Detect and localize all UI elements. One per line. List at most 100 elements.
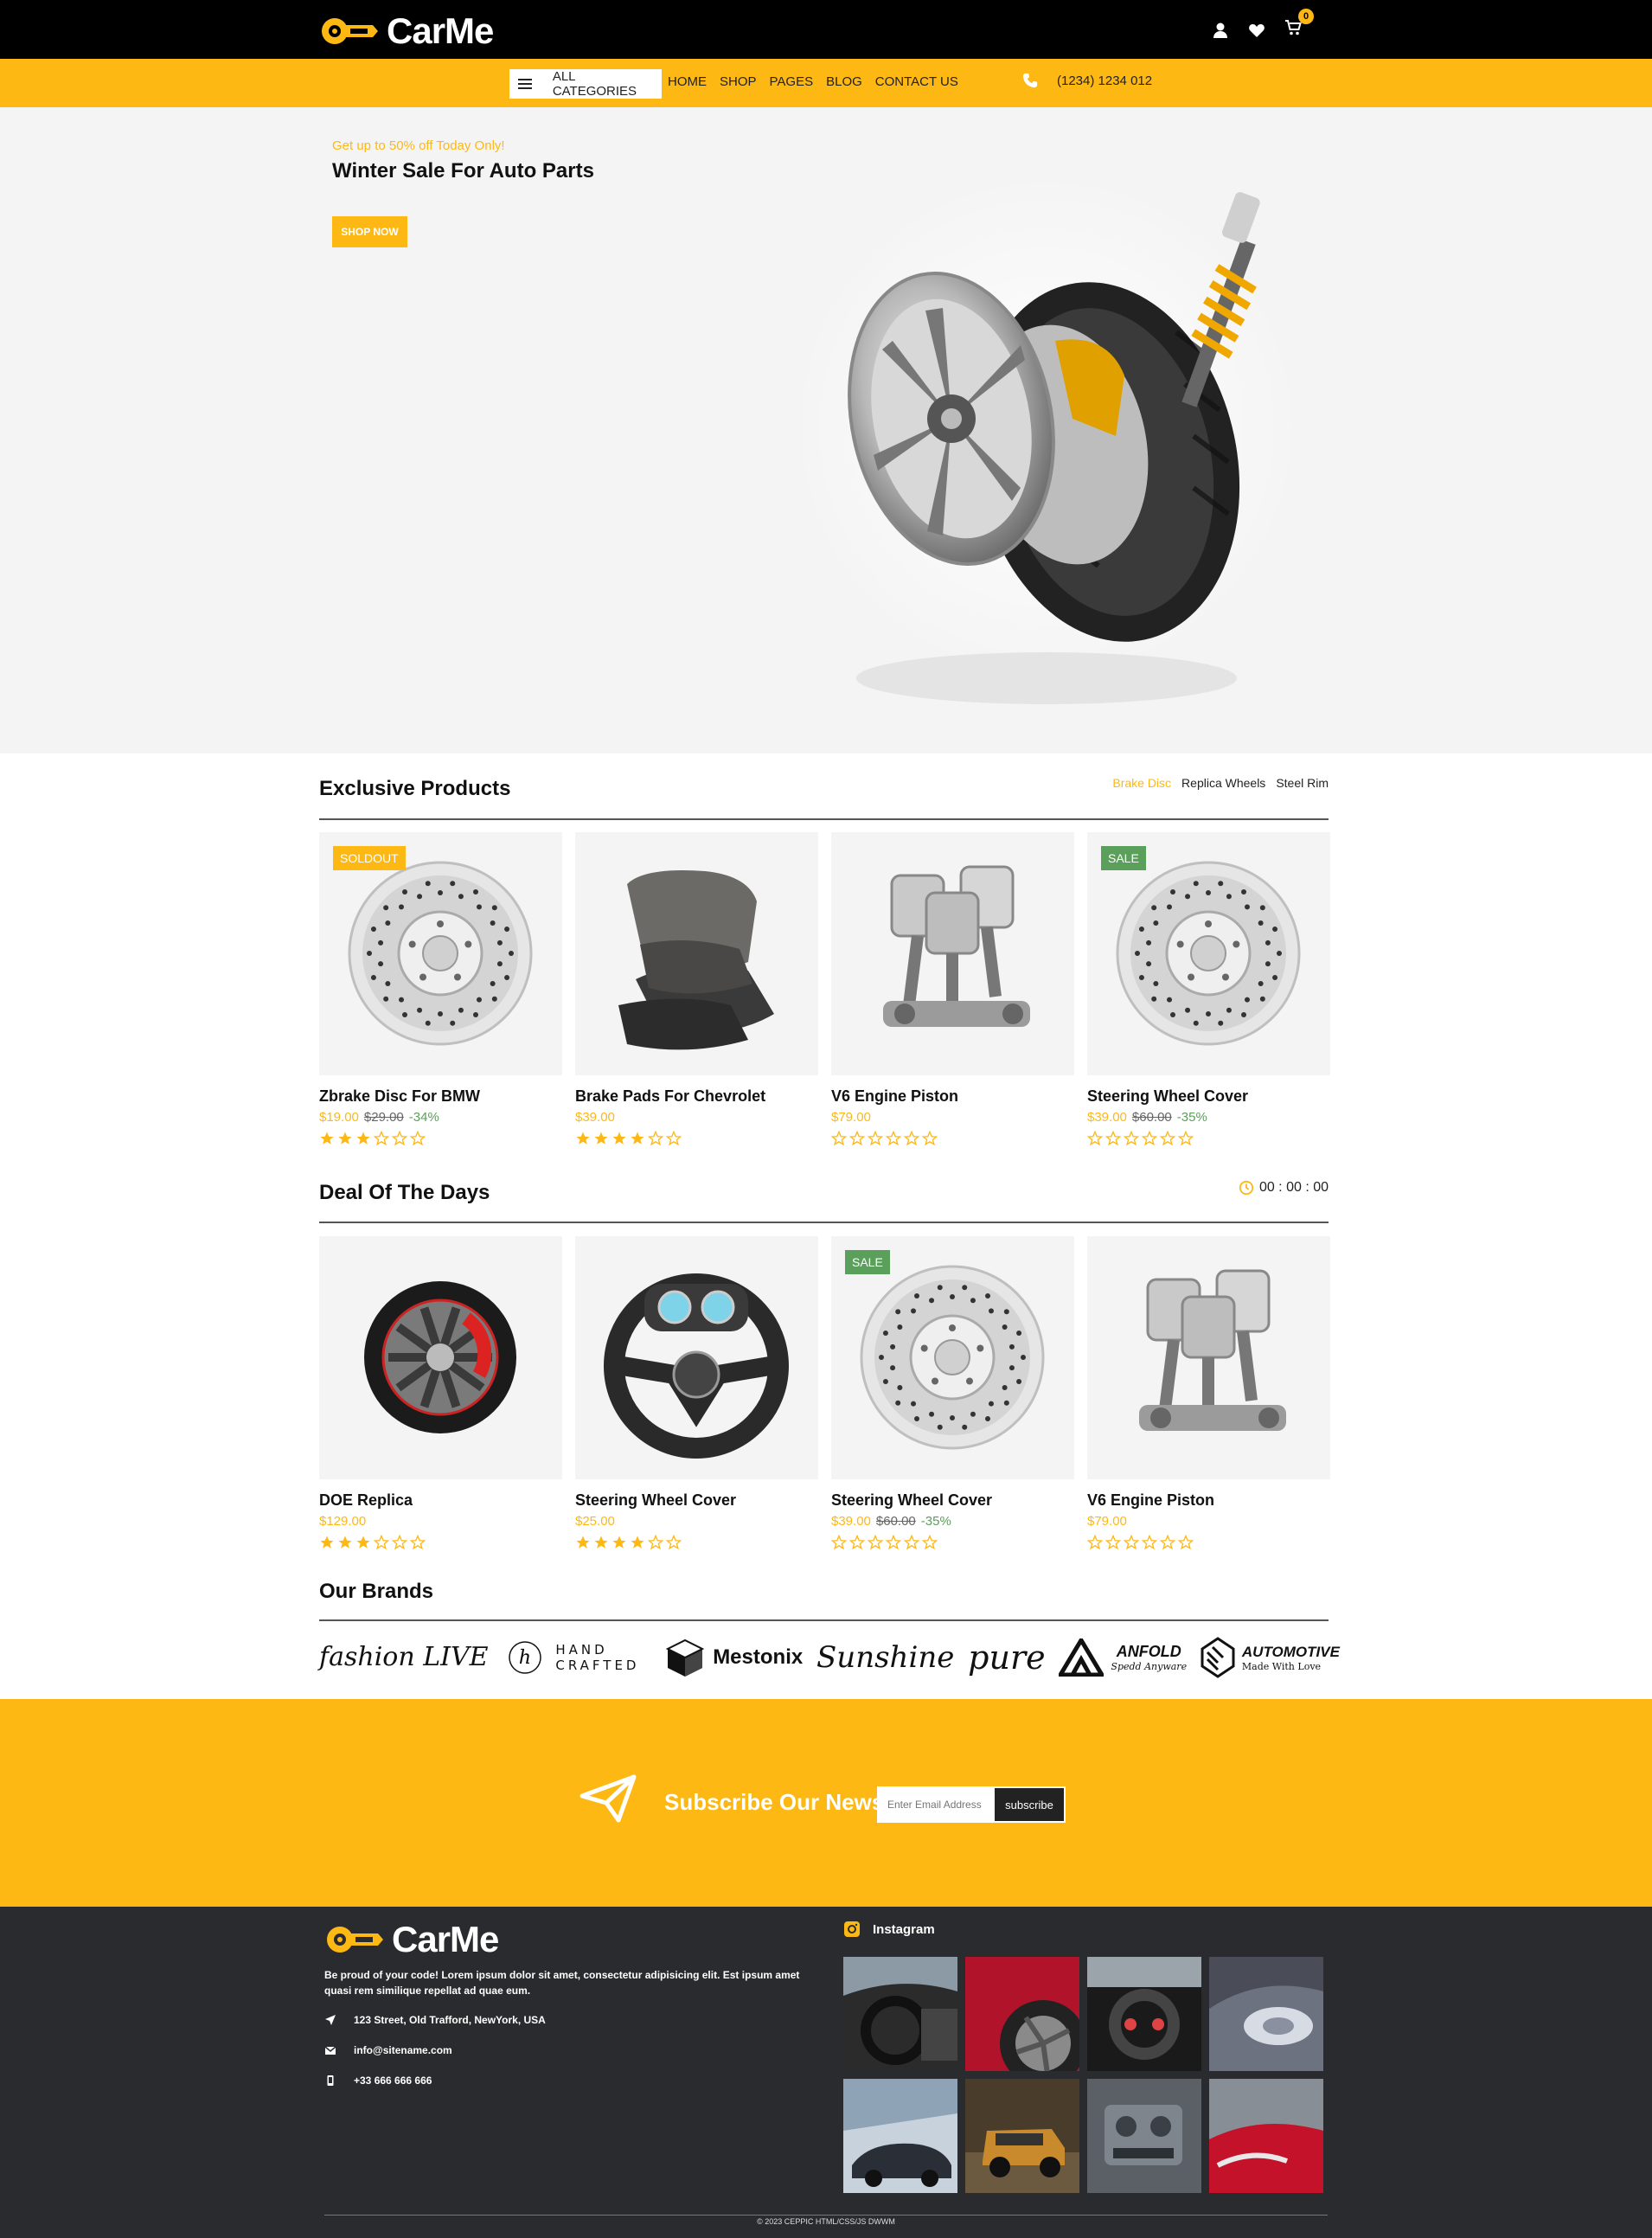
product-image[interactable] — [575, 1236, 818, 1479]
footer-email[interactable]: info@sitename.com — [324, 2044, 452, 2056]
instagram-photo-red-car-wheel[interactable] — [965, 1957, 1079, 2071]
star-filled-icon — [594, 1132, 608, 1145]
nav-shop[interactable]: SHOP — [720, 74, 757, 89]
product-old-price: $29.00 — [363, 1110, 404, 1125]
product-name[interactable]: Steering Wheel Cover — [575, 1491, 818, 1512]
heart-icon[interactable] — [1248, 22, 1265, 39]
tab-steel-rim[interactable]: Steel Rim — [1276, 776, 1329, 790]
brand-hand-crafted[interactable]: h HAND CRAFTED — [502, 1634, 650, 1681]
product-name[interactable]: V6 Engine Piston — [1087, 1491, 1330, 1512]
subscribe-button[interactable]: subscribe — [995, 1788, 1064, 1821]
product-card[interactable]: DOE Replica $129.00 — [319, 1236, 562, 1550]
all-categories-button[interactable]: ALL CATEGORIES — [509, 69, 662, 99]
instagram-header: Instagram — [843, 1921, 935, 1938]
product-image[interactable] — [575, 832, 818, 1075]
product-image[interactable]: SALE — [831, 1236, 1074, 1479]
divider — [319, 1619, 1329, 1621]
engine-piston-image — [1139, 1269, 1286, 1431]
product-image[interactable]: SALE — [1087, 832, 1330, 1075]
brand-pure[interactable]: pure — [968, 1638, 1045, 1677]
instagram-photo-showroom[interactable] — [843, 2079, 957, 2193]
product-name[interactable]: Steering Wheel Cover — [1087, 1087, 1330, 1108]
star-empty-icon — [904, 1131, 919, 1146]
wheel-image — [364, 1281, 516, 1433]
product-card[interactable]: SALE Steering Wheel Cover $39.00 $60.00-… — [831, 1236, 1074, 1550]
product-name[interactable]: V6 Engine Piston — [831, 1087, 1074, 1108]
envelope-icon — [324, 2046, 336, 2055]
footer-phone[interactable]: +33 666 666 666 — [324, 2074, 432, 2087]
brand-sunshine[interactable]: Sunshine — [816, 1640, 954, 1675]
star-filled-icon — [356, 1132, 370, 1145]
brand-anfold[interactable]: ANFOLD Spedd Anyware — [1059, 1638, 1187, 1677]
email-input[interactable] — [879, 1788, 995, 1821]
product-price-row: $79.00 — [1087, 1514, 1330, 1533]
brand-logos: fashion LIVE h HAND CRAFTED Mestonix Sun… — [319, 1625, 1340, 1690]
copyright-divider — [324, 2215, 1328, 2216]
product-name[interactable]: Zbrake Disc For BMW — [319, 1087, 562, 1108]
product-card[interactable]: Steering Wheel Cover $25.00 — [575, 1236, 818, 1550]
instagram-photo-car-interior[interactable] — [843, 1957, 957, 2071]
product-card[interactable]: SALE Steering Wheel Cover $39.00 $60.00-… — [1087, 832, 1330, 1146]
product-name[interactable]: Steering Wheel Cover — [831, 1491, 1074, 1512]
star-filled-icon — [631, 1132, 644, 1145]
product-image[interactable] — [319, 1236, 562, 1479]
instagram-photo-suv[interactable] — [965, 2079, 1079, 2193]
user-icon[interactable] — [1212, 22, 1229, 39]
footer: CarMe Be proud of your code! Lorem ipsum… — [0, 1907, 1652, 2238]
product-old-price: $60.00 — [875, 1514, 916, 1529]
product-price: $39.00 — [575, 1110, 615, 1125]
newsletter-form: subscribe — [877, 1786, 1066, 1823]
product-card[interactable]: V6 Engine Piston $79.00 — [831, 832, 1074, 1146]
shop-now-button[interactable]: SHOP NOW — [332, 216, 407, 247]
product-card[interactable]: Brake Pads For Chevrolet $39.00 — [575, 832, 818, 1146]
star-empty-icon — [922, 1131, 938, 1146]
product-badge: SOLDOUT — [333, 846, 406, 870]
product-card[interactable]: V6 Engine Piston $79.00 — [1087, 1236, 1330, 1550]
header-phone[interactable]: (1234) 1234 012 — [1022, 73, 1152, 88]
product-image[interactable]: SOLDOUT — [319, 832, 562, 1075]
product-name[interactable]: DOE Replica — [319, 1491, 562, 1512]
logo[interactable]: CarMe — [319, 10, 494, 52]
instagram-photo-engine[interactable] — [1087, 2079, 1201, 2193]
footer-address: 123 Street, Old Trafford, NewYork, USA — [324, 2014, 546, 2026]
phone-icon — [1022, 73, 1038, 88]
tab-replica-wheels[interactable]: Replica Wheels — [1181, 776, 1265, 790]
star-empty-icon — [648, 1131, 663, 1146]
product-rating — [319, 1535, 562, 1550]
nav-pages[interactable]: PAGES — [770, 74, 814, 89]
product-card[interactable]: SOLDOUT Zbrake Disc For BMW $19.00 $29.0… — [319, 832, 562, 1146]
tab-brake-disc[interactable]: Brake Disc — [1112, 776, 1171, 790]
product-price: $129.00 — [319, 1514, 367, 1529]
product-name[interactable]: Brake Pads For Chevrolet — [575, 1087, 818, 1108]
engine-piston-image — [883, 865, 1030, 1027]
product-price-row: $25.00 — [575, 1514, 818, 1533]
product-image[interactable] — [831, 832, 1074, 1075]
top-bar: CarMe 0 — [0, 0, 1652, 59]
product-rating — [1087, 1535, 1330, 1550]
nav-home[interactable]: HOME — [668, 74, 707, 89]
logo-text: CarMe — [392, 1919, 499, 1959]
nav-blog[interactable]: BLOG — [826, 74, 862, 89]
deal-timer: 00 : 00 : 00 — [1239, 1180, 1329, 1196]
star-empty-icon — [410, 1131, 426, 1146]
paper-plane-icon — [579, 1774, 637, 1823]
brand-automotive[interactable]: AUTOMOTIVE Made With Love — [1201, 1637, 1340, 1678]
instagram-photo-headlight[interactable] — [1209, 1957, 1323, 2071]
star-empty-icon — [1087, 1131, 1103, 1146]
star-filled-icon — [594, 1536, 608, 1549]
brand-mestonix[interactable]: Mestonix — [664, 1637, 803, 1678]
footer-logo[interactable]: CarMe — [324, 1919, 499, 1960]
instagram-photo-dashboard[interactable] — [1087, 1957, 1201, 2071]
divider — [319, 818, 1329, 820]
hero-promo: Get up to 50% off Today Only! — [332, 138, 505, 153]
hand-crafted-mark: h — [509, 1641, 542, 1674]
star-empty-icon — [1178, 1131, 1194, 1146]
instagram-photo-red-car-hood[interactable] — [1209, 2079, 1323, 2193]
instagram-icon[interactable] — [843, 1921, 861, 1938]
product-image[interactable] — [1087, 1236, 1330, 1479]
product-price: $19.00 — [319, 1110, 359, 1125]
cart-button[interactable]: 0 — [1284, 9, 1314, 41]
nav-contact[interactable]: CONTACT US — [875, 74, 958, 89]
hero-wheel-image — [787, 168, 1306, 704]
brand-fashion-live[interactable]: fashion LIVE — [319, 1645, 489, 1670]
